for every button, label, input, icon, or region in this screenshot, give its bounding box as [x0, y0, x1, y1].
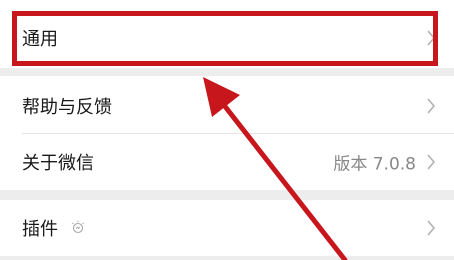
chevron-right-icon [427, 98, 436, 114]
settings-item-plugins-label: 插件 [22, 219, 58, 240]
settings-item-general[interactable]: 通用 [0, 8, 454, 68]
settings-item-help-feedback[interactable]: 帮助与反馈 [0, 76, 454, 136]
chevron-right-icon [427, 220, 436, 236]
settings-item-general-label: 通用 [22, 29, 58, 50]
version-value: 版本 7.0.8 [333, 154, 416, 175]
settings-section-plugins: 插件 [0, 200, 454, 256]
settings-item-about-wechat-label: 关于微信 [22, 153, 94, 174]
plugin-bulb-icon [72, 220, 84, 234]
settings-section-about: 帮助与反馈 关于微信 版本 7.0.8 [0, 76, 454, 190]
chevron-right-icon [427, 154, 436, 170]
settings-section-general: 通用 [0, 0, 454, 68]
chevron-right-icon [427, 30, 436, 46]
settings-page: 通用 帮助与反馈 关于微信 版本 7.0.8 插件 [0, 0, 454, 260]
settings-item-plugins[interactable]: 插件 [0, 200, 454, 256]
settings-item-help-feedback-label: 帮助与反馈 [22, 97, 112, 118]
settings-item-about-wechat[interactable]: 关于微信 版本 7.0.8 [0, 134, 454, 190]
